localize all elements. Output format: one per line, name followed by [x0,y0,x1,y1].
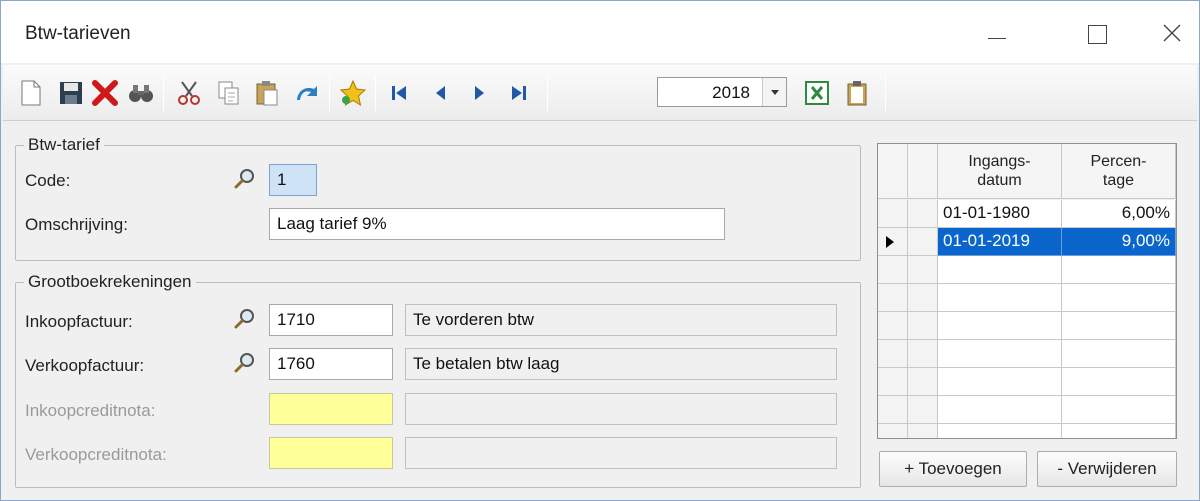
cell-ingangsdatum[interactable]: 01-01-1980 [938,200,1062,228]
empty-row[interactable] [878,312,1176,340]
year-value: 2018 [712,83,750,102]
last-record-button[interactable] [505,79,533,107]
inkoopcreditnota-label: Inkoopcreditnota: [25,401,156,420]
previous-record-icon [436,86,445,100]
btw-tarief-legend: Btw-tarief [24,135,104,155]
first-record-icon [392,86,406,100]
ingangsdatum-header-line1: Ingangs- [968,153,1031,170]
paste-icon [256,81,278,106]
column-header-percentage[interactable]: Percen-tage [1062,144,1176,199]
dialog-window: Btw-tarieven 2018 Btw-tarief Code: 1 Oms… [0,0,1200,501]
minimize-button[interactable] [961,1,1031,63]
inkoopcreditnota-code-input[interactable] [269,393,393,425]
copy-button[interactable] [215,79,243,107]
percentage-header-line2: tage [1102,172,1135,189]
empty-row[interactable] [878,284,1176,312]
toolbar: 2018 [3,65,1197,121]
inkoopfactuur-label: Inkoopfactuur: [25,312,133,331]
row-flag-cell [908,228,938,256]
table-row[interactable]: 01-01-1980 6,00% [878,200,1176,228]
search-button[interactable] [127,79,155,107]
title-bar: Btw-tarieven [1,1,1199,63]
save-button[interactable] [57,79,85,107]
code-label: Code: [25,171,71,190]
table-row-selected[interactable]: 01-01-2019 9,00% [878,228,1176,256]
inkoopcreditnota-description [405,393,837,425]
clipboard-icon [847,81,867,106]
empty-row[interactable] [878,396,1176,424]
inkoopfactuur-description: Te vorderen btw [405,304,837,336]
current-row-pointer-icon [886,236,894,248]
clipboard-button[interactable] [843,79,871,107]
cell-percentage[interactable]: 6,00% [1062,200,1176,228]
empty-row[interactable] [878,340,1176,368]
favorite-button[interactable] [339,79,367,107]
new-document-icon [21,80,41,106]
cut-icon [178,81,200,105]
copy-icon [218,81,239,105]
verkoopcreditnota-label: Verkoopcreditnota: [25,445,167,464]
remove-row-button[interactable]: - Verwijderen [1037,451,1177,487]
verkoopfactuur-code-input[interactable]: 1760 [269,348,393,380]
undo-icon [297,86,317,100]
close-window-button[interactable] [1141,1,1200,63]
excel-export-button[interactable] [803,79,831,107]
inkoopfactuur-code-input[interactable]: 1710 [269,304,393,336]
cell-ingangsdatum[interactable]: 01-01-2019 [938,228,1062,256]
binoculars-icon [129,85,153,102]
year-select[interactable]: 2018 [657,77,787,107]
cell-percentage[interactable]: 9,00% [1062,228,1176,256]
verkoopfactuur-label: Verkoopfactuur: [25,356,145,375]
verkoopcreditnota-code-input[interactable] [269,437,393,469]
paste-button[interactable] [253,79,281,107]
btw-tarief-group: Btw-tarief [15,135,861,261]
verkoopfactuur-description: Te betalen btw laag [405,348,837,380]
row-header[interactable] [878,228,908,256]
code-input[interactable]: 1 [269,164,317,196]
column-header-ingangsdatum[interactable]: Ingangs-datum [938,144,1062,199]
previous-record-button[interactable] [427,79,455,107]
window-title: Btw-tarieven [25,23,131,44]
new-button[interactable] [17,79,45,107]
undo-button[interactable] [293,79,321,107]
empty-row[interactable] [878,368,1176,396]
year-dropdown-button[interactable] [762,78,786,106]
cut-button[interactable] [175,79,203,107]
lookup-code-icon[interactable] [233,167,257,191]
ingangsdatum-header-line2: datum [977,172,1022,189]
row-flag-cell [908,200,938,228]
first-record-button[interactable] [385,79,413,107]
grootboek-legend: Grootboekrekeningen [24,272,196,292]
favorite-star-icon [339,79,367,107]
row-header[interactable] [878,200,908,228]
delete-icon [92,80,118,106]
next-record-button[interactable] [465,79,493,107]
lookup-verkoopfactuur-icon[interactable] [233,351,257,375]
lookup-inkoopfactuur-icon[interactable] [233,307,257,331]
add-row-button[interactable]: + Toevoegen [879,451,1027,487]
verkoopcreditnota-description [405,437,837,469]
maximize-button[interactable] [1061,1,1131,63]
delete-button[interactable] [91,79,119,107]
tarief-grid[interactable]: Ingangs-datum Percen-tage 01-01-1980 6,0… [877,143,1177,439]
omschrijving-input[interactable]: Laag tarief 9% [269,208,725,240]
excel-export-icon [805,81,829,105]
grid-flag-header [908,144,938,199]
grid-corner-header [878,144,908,199]
percentage-header-line1: Percen- [1090,153,1147,170]
next-record-icon [475,86,484,100]
omschrijving-label: Omschrijving: [25,215,128,234]
empty-row[interactable] [878,256,1176,284]
close-icon [1163,24,1181,42]
save-icon [60,82,82,104]
empty-row[interactable] [878,424,1176,438]
last-record-icon [512,86,526,100]
